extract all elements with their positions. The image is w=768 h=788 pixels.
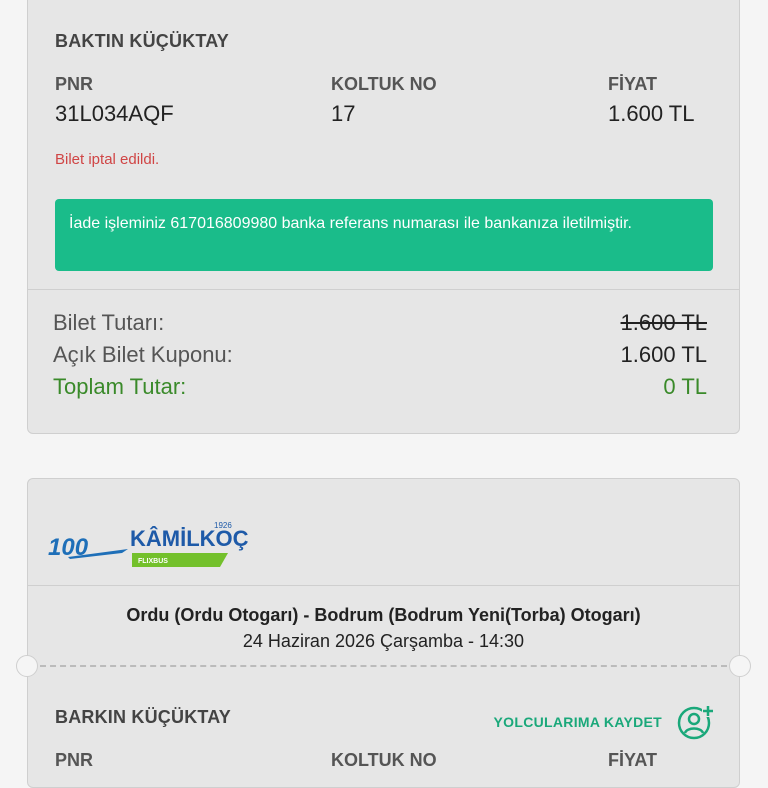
- save-passenger-button[interactable]: YOLCULARIMA KAYDET: [494, 714, 662, 730]
- brand-year: 1926: [214, 521, 232, 530]
- pnr-label: PNR: [55, 74, 94, 94]
- price-value: 1.600 TL: [608, 101, 695, 126]
- seat-label: KOLTUK NO: [331, 74, 437, 94]
- divider: [28, 289, 739, 290]
- passenger-name: BARKIN KÜÇÜKTAY: [55, 707, 232, 727]
- kamilkoc-logo: 100 KÂMİLKOÇ 1926 FLIXBUS: [48, 519, 249, 569]
- ticket-notch-left: [16, 655, 38, 677]
- ticket-card-2: 100 KÂMİLKOÇ 1926 FLIXBUS Ordu (Ordu Oto…: [16, 478, 751, 788]
- ticket-amount-label: Bilet Tutarı:: [53, 310, 165, 335]
- total-value: 0 TL: [663, 374, 707, 399]
- ticket-perforation: [40, 665, 727, 667]
- coupon-value: 1.600 TL: [620, 342, 707, 367]
- price-label: FİYAT: [608, 74, 658, 94]
- total-label: Toplam Tutar:: [53, 374, 187, 399]
- route-text: Ordu (Ordu Otogarı) - Bodrum (Bodrum Yen…: [126, 605, 641, 625]
- seat-value: 17: [331, 101, 356, 126]
- ticket-notch-right: [729, 655, 751, 677]
- cancel-status: Bilet iptal edildi.: [55, 151, 160, 168]
- coupon-label: Açık Bilet Kuponu:: [53, 342, 233, 367]
- add-person-icon[interactable]: [676, 703, 714, 741]
- trip-datetime: 24 Haziran 2026 Çarşamba - 14:30: [242, 631, 525, 651]
- passenger-name: BAKTIN KÜÇÜKTAY: [55, 31, 229, 51]
- refund-notice: İade işleminiz 617016809980 banka refera…: [55, 199, 713, 271]
- ticket-amount-value: 1.600 TL: [620, 310, 707, 335]
- ticket-card-1: BAKTIN KÜÇÜKTAY PNR KOLTUK NO FİYAT 31L0…: [27, 0, 740, 434]
- brand-sub: FLIXBUS: [138, 558, 168, 565]
- divider: [28, 585, 739, 586]
- pnr-value: 31L034AQF: [55, 101, 174, 126]
